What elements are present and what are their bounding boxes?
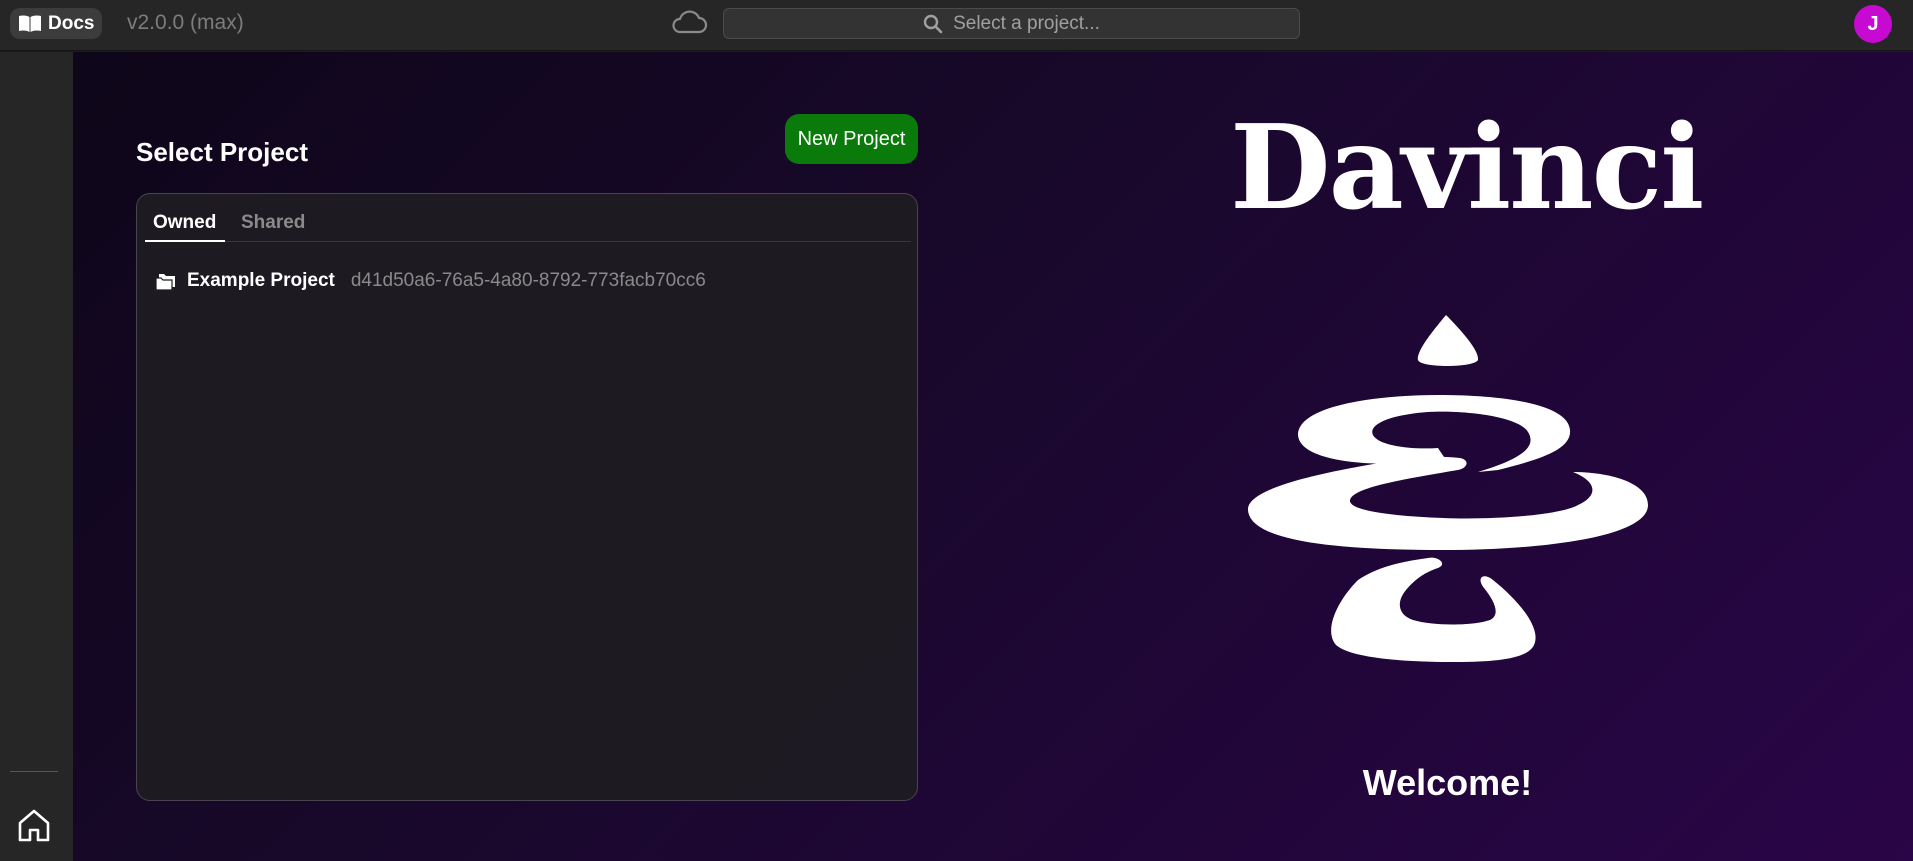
project-id: d41d50a6-76a5-4a80-8792-773facb70cc6 [350, 270, 706, 291]
rail-divider [10, 771, 58, 772]
tab-shared[interactable]: Shared [241, 212, 305, 234]
docs-label: Docs [48, 12, 95, 34]
list-item[interactable]: Example Project d41d50a6-76a5-4a80-8792-… [155, 266, 706, 296]
active-tab-indicator [145, 240, 225, 242]
project-name: Example Project [187, 270, 335, 291]
project-search-input[interactable]: Select a project... [723, 8, 1300, 39]
side-rail [0, 52, 73, 861]
cloud-icon[interactable] [670, 8, 708, 36]
search-icon [923, 14, 943, 33]
project-list-panel: Owned Shared Example Project d41d50a6-76… [136, 193, 918, 801]
welcome-text: Welcome! [1362, 762, 1533, 803]
search-placeholder: Select a project... [953, 12, 1100, 34]
project-tabs: Owned Shared [145, 204, 911, 242]
version-label: v2.0.0 (max) [127, 11, 244, 34]
home-icon[interactable] [15, 806, 53, 844]
top-bar: Docs v2.0.0 (max) Select a project... J [0, 0, 1913, 51]
tab-owned[interactable]: Owned [153, 212, 216, 234]
book-icon [19, 14, 41, 32]
avatar[interactable]: J [1854, 5, 1892, 43]
docs-button[interactable]: Docs [10, 8, 102, 39]
page-title: Select Project [136, 137, 308, 167]
folder-icon [155, 274, 175, 291]
brand-title: Davinci [1230, 100, 1704, 236]
davinci-logo [1247, 315, 1648, 662]
new-project-button[interactable]: New Project [785, 114, 918, 164]
